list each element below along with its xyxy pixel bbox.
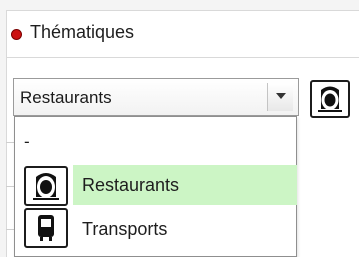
dropdown-option-transports[interactable]: Transports <box>82 219 167 240</box>
divider <box>6 142 14 143</box>
selected-theme-icon <box>310 80 350 118</box>
cloche-icon <box>318 86 342 112</box>
theme-select-value: Restaurants <box>20 88 112 107</box>
section-title: Thématiques <box>30 22 135 42</box>
divider <box>6 229 14 230</box>
cloche-icon <box>33 173 59 200</box>
dropdown-option-transports-icon[interactable] <box>24 208 68 248</box>
status-dot-icon <box>11 29 22 40</box>
chevron-down-icon <box>276 93 286 99</box>
dropdown-option-restaurants[interactable]: Restaurants <box>82 175 179 196</box>
dropdown-option-empty[interactable]: - <box>24 132 30 152</box>
divider <box>6 186 14 187</box>
bus-icon <box>38 215 54 241</box>
dropdown-option-restaurants-icon[interactable] <box>24 166 68 206</box>
